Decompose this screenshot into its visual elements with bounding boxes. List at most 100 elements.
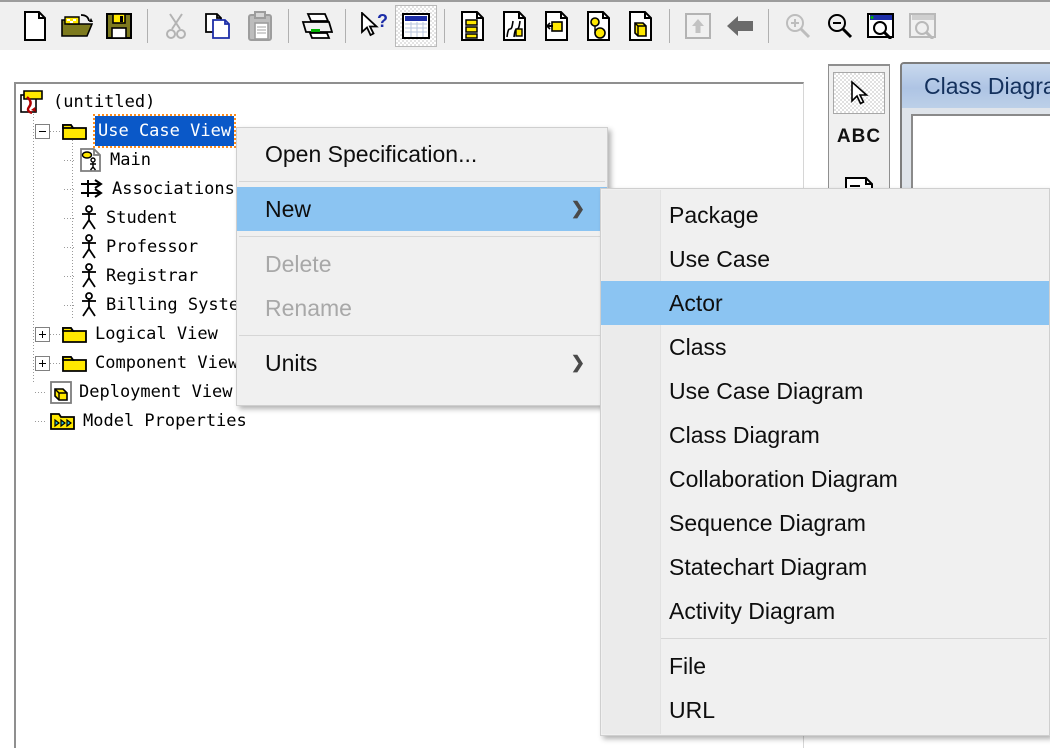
toolbar-separator xyxy=(281,5,296,47)
save-button[interactable] xyxy=(98,5,140,47)
context-menu[interactable]: Open Specification... New ❯ Delete Rename Uni… xyxy=(236,127,608,406)
menu-separator xyxy=(239,181,605,182)
submenu-item-statechart-diagram[interactable]: Statechart Diagram xyxy=(601,545,1049,589)
tree-expander-plus[interactable] xyxy=(35,326,50,342)
actor-icon xyxy=(82,263,96,288)
zoom-out-button[interactable] xyxy=(818,5,860,47)
print-icon xyxy=(301,13,333,39)
tree-row[interactable]: Associations xyxy=(64,175,235,203)
tree-row[interactable]: Component View xyxy=(35,349,238,377)
diagram-toolbar-button[interactable] xyxy=(494,5,536,47)
tree-dash xyxy=(35,420,47,422)
folder-icon xyxy=(62,353,88,373)
usecase-diagram-icon xyxy=(79,147,103,173)
menu-item-open-specification[interactable]: Open Specification... xyxy=(237,132,607,176)
tree-dash xyxy=(64,217,76,219)
tree-item-label: Registrar xyxy=(106,266,199,286)
open-folder-button[interactable] xyxy=(56,5,98,47)
menu-item-label: New xyxy=(265,195,312,222)
folder-icon xyxy=(62,356,87,372)
tree-root-label: (untitled) xyxy=(53,92,156,112)
submenu-item-label: Use Case xyxy=(669,245,770,272)
tree-row[interactable]: Professor xyxy=(64,233,198,261)
model-properties-icon xyxy=(50,410,76,432)
tree-row[interactable]: Deployment View xyxy=(35,378,233,406)
class-diagram-title: Class Diagram: Logical View / Main xyxy=(924,72,1050,99)
submenu-item-file[interactable]: File xyxy=(601,644,1049,688)
class-diagram-titlebar[interactable]: Class Diagram: Logical View / Main xyxy=(902,64,1050,108)
svg-text:?: ? xyxy=(377,12,388,31)
browser-window-icon xyxy=(402,13,430,39)
submenu-item-label: Actor xyxy=(669,289,723,316)
menu-item-units[interactable]: Units ❯ xyxy=(237,341,607,385)
actor-icon xyxy=(79,292,99,318)
back-arrow-button[interactable] xyxy=(719,5,761,47)
new-file-icon xyxy=(24,11,46,41)
tree-item-label: Associations xyxy=(112,179,235,199)
tree-dash xyxy=(64,246,76,248)
tree-dash xyxy=(50,130,62,132)
toolbar-separator xyxy=(437,5,452,47)
documentation-button[interactable] xyxy=(452,5,494,47)
log-window-button[interactable] xyxy=(536,5,578,47)
fit-in-window-button[interactable] xyxy=(860,5,902,47)
copy-button[interactable] xyxy=(197,5,239,47)
submenu-item-activity-diagram[interactable]: Activity Diagram xyxy=(601,589,1049,633)
tree-row-root[interactable]: (untitled) xyxy=(20,88,155,116)
menu-item-label: Delete xyxy=(265,250,332,277)
text-abc-tool[interactable]: ABC xyxy=(830,114,888,160)
submenu-item-use-case-diagram[interactable]: Use Case Diagram xyxy=(601,369,1049,413)
tree-row[interactable]: Registrar xyxy=(64,262,198,290)
submenu-item-use-case[interactable]: Use Case xyxy=(601,237,1049,281)
submenu-item-label: Collaboration Diagram xyxy=(669,465,898,492)
tree-row[interactable]: Logical View xyxy=(35,320,218,348)
submenu-item-sequence-diagram[interactable]: Sequence Diagram xyxy=(601,501,1049,545)
paste-clipboard-icon xyxy=(248,11,272,41)
browse-component-button[interactable] xyxy=(620,5,662,47)
menu-item-label: Units xyxy=(265,349,318,376)
browser-window-button[interactable] xyxy=(395,5,437,47)
tree-row[interactable]: Billing System xyxy=(64,291,249,319)
context-help-button[interactable]: ? xyxy=(353,5,395,47)
folder-icon xyxy=(62,327,87,343)
toolbar-separator xyxy=(662,5,677,47)
submenu-item-class-diagram[interactable]: Class Diagram xyxy=(601,413,1049,457)
tree-row[interactable]: Model Properties xyxy=(35,407,247,435)
browse-parent-button xyxy=(677,5,719,47)
browse-class-button[interactable] xyxy=(578,5,620,47)
tree-dash xyxy=(64,304,76,306)
tree-expander-plus[interactable] xyxy=(35,355,50,371)
tree-row[interactable]: Main xyxy=(64,146,151,174)
print-button[interactable] xyxy=(296,5,338,47)
tree-dash xyxy=(35,391,47,393)
tree-item-label: Model Properties xyxy=(83,411,247,431)
submenu-item-package[interactable]: Package xyxy=(601,193,1049,237)
toolbar-separator xyxy=(761,5,776,47)
main-toolbar: ? xyxy=(0,0,1050,50)
submenu-item-url[interactable]: URL xyxy=(601,688,1049,732)
submenu-item-collaboration-diagram[interactable]: Collaboration Diagram xyxy=(601,457,1049,501)
menu-item-new[interactable]: New ❯ xyxy=(237,187,607,231)
tree-item-label: Student xyxy=(106,208,178,228)
tree-dash xyxy=(64,188,76,190)
submenu-item-actor[interactable]: Actor xyxy=(601,281,1049,325)
folder-icon xyxy=(62,324,88,344)
new-file-button[interactable] xyxy=(14,5,56,47)
submenu-item-label: Class Diagram xyxy=(669,421,820,448)
tree-item-label: Use Case View xyxy=(92,114,237,148)
tree-expander-minus[interactable] xyxy=(35,123,50,139)
submenu-item-label: Statechart Diagram xyxy=(669,553,868,580)
model-icon xyxy=(20,90,43,114)
tree-row[interactable]: Use Case View xyxy=(35,114,237,148)
chevron-right-icon: ❯ xyxy=(570,199,585,218)
tree-item-label: Professor xyxy=(106,237,199,257)
fit-in-window-icon xyxy=(867,13,894,39)
actor-icon xyxy=(79,263,99,289)
selection-arrow-tool[interactable] xyxy=(833,72,885,114)
new-submenu[interactable]: Package Use Case Actor Class Use Case Diagra… xyxy=(600,188,1050,736)
tree-row[interactable]: Student xyxy=(64,204,178,232)
submenu-item-class[interactable]: Class xyxy=(601,325,1049,369)
actor-icon xyxy=(82,205,96,230)
folder-icon xyxy=(62,124,87,140)
submenu-item-label: URL xyxy=(669,696,716,723)
